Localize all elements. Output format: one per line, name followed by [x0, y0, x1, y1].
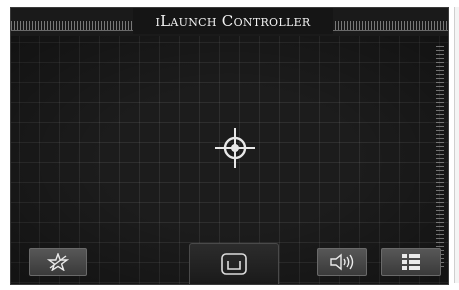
center-tab-button[interactable]: [189, 243, 279, 284]
page-title: iLaunch Controller: [155, 12, 311, 30]
right-ruler: [436, 46, 444, 270]
sound-button[interactable]: [317, 248, 367, 276]
crosshair-icon[interactable]: [211, 124, 259, 172]
cup-holder-icon: [221, 253, 247, 275]
speaker-icon: [330, 253, 354, 271]
launch-mode-button[interactable]: [29, 248, 87, 276]
menu-button[interactable]: [381, 248, 441, 276]
page-edge: [454, 7, 459, 283]
star-shield-icon: [47, 253, 69, 271]
title-plate: iLaunch Controller: [133, 8, 333, 34]
list-menu-icon: [402, 254, 420, 270]
controller-panel: iLaunch Controller: [10, 7, 449, 285]
